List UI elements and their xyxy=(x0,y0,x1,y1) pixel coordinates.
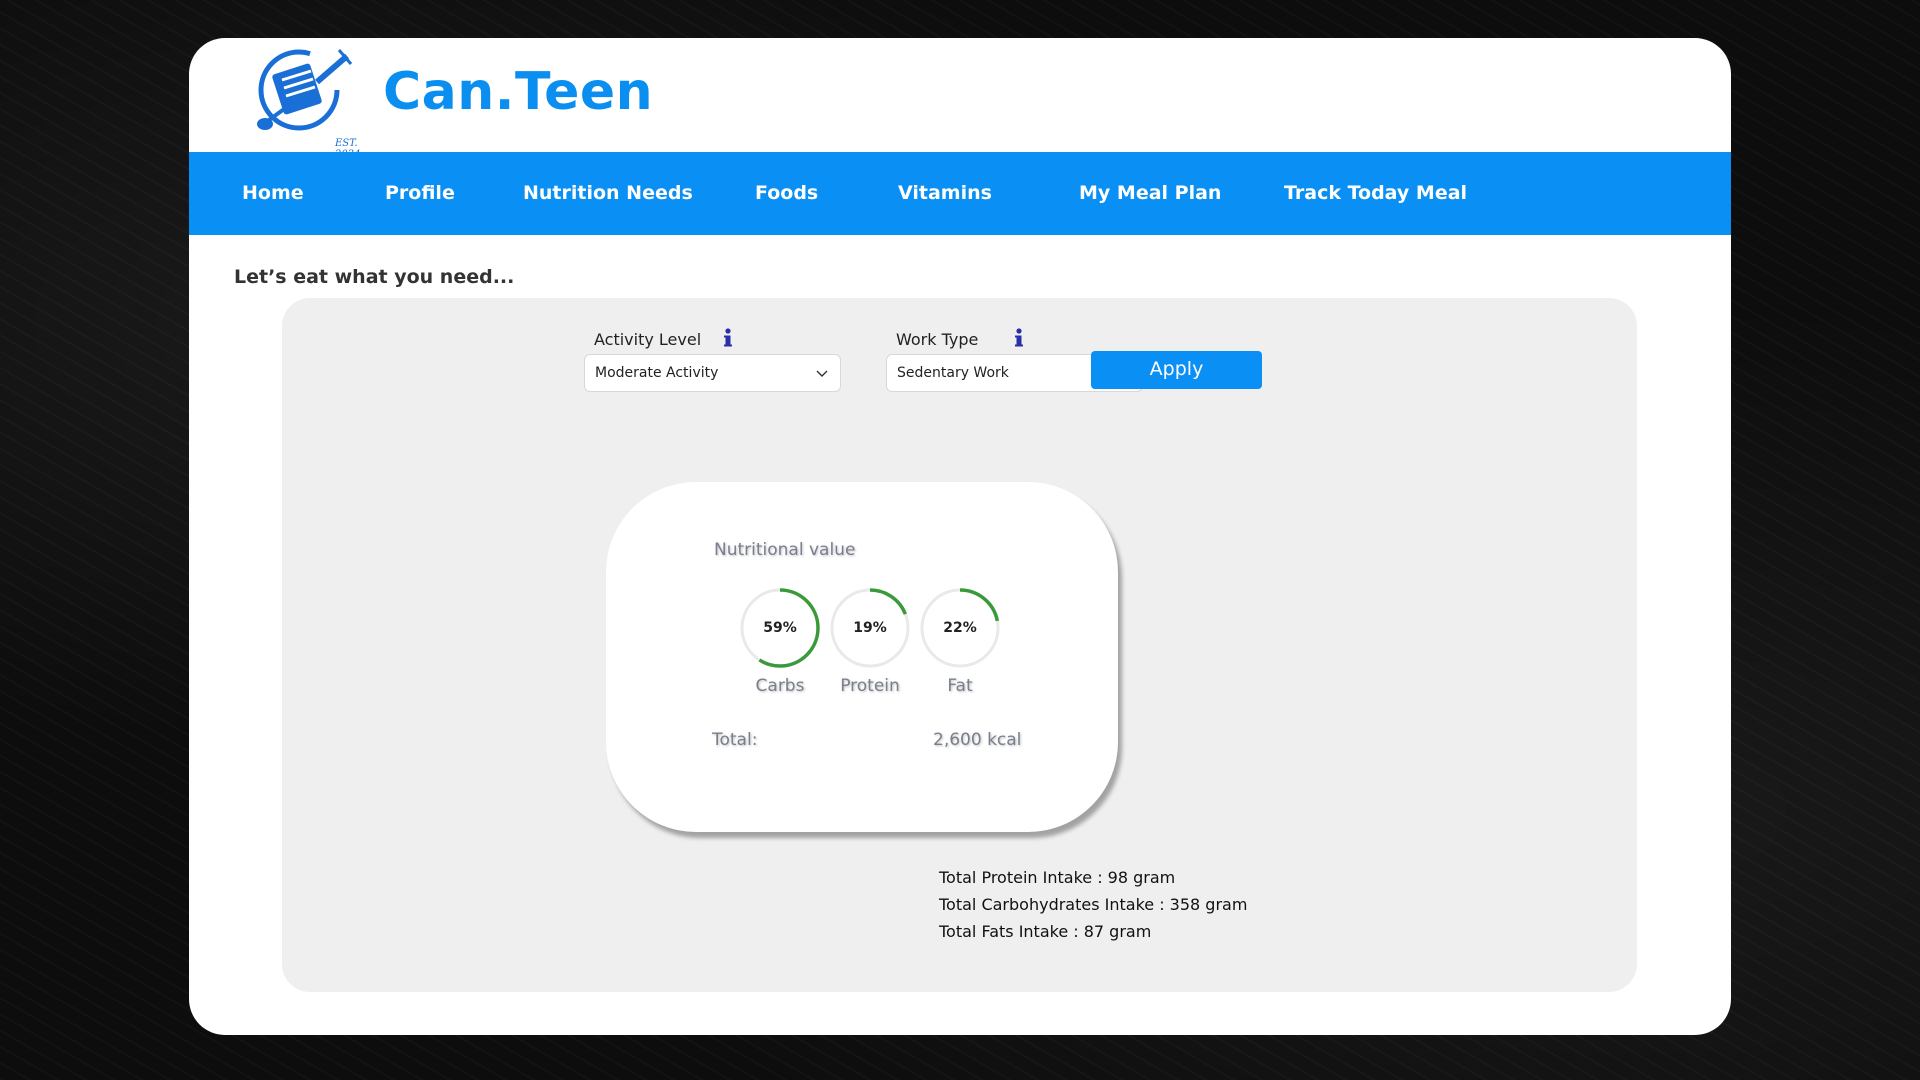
work-type-label: Work Type xyxy=(896,330,979,349)
total-label: Total: xyxy=(712,730,758,750)
nav-item-vitamins[interactable]: Vitamins xyxy=(898,152,992,235)
protein-percent: 19% xyxy=(853,620,887,636)
activity-level-label: Activity Level xyxy=(594,330,702,349)
activity-level-select[interactable]: Moderate Activity xyxy=(584,354,841,392)
carbs-ring: 59% xyxy=(738,586,822,670)
nav-item-home[interactable]: Home xyxy=(242,152,304,235)
nutrition-card-title: Nutritional value xyxy=(714,540,856,560)
fats-intake-text: Total Fats Intake : 87 gram xyxy=(939,922,1152,941)
nav-item-nutrition-needs[interactable]: Nutrition Needs xyxy=(523,152,693,235)
brand-title: Can.Teen xyxy=(383,62,654,122)
work-type-value: Sedentary Work xyxy=(897,365,1009,381)
fat-label: Fat xyxy=(947,676,973,696)
work-info-icon[interactable] xyxy=(1012,328,1026,348)
nav-item-my-meal-plan[interactable]: My Meal Plan xyxy=(1079,152,1221,235)
main-nav: Home Profile Nutrition Needs Foods Vitam… xyxy=(189,152,1731,235)
nav-item-track-today-meal[interactable]: Track Today Meal xyxy=(1284,152,1467,235)
carbs-percent: 59% xyxy=(763,620,797,636)
nav-item-profile[interactable]: Profile xyxy=(385,152,455,235)
nav-item-foods[interactable]: Foods xyxy=(755,152,818,235)
nutrition-card: Nutritional value 59% Carbs 19% Protein … xyxy=(606,482,1118,832)
activity-info-icon[interactable] xyxy=(721,328,735,348)
total-kcal-value: 2,600 kcal xyxy=(933,730,1022,750)
app-window: EST. 2024 Can.Teen Home Profile Nutritio… xyxy=(189,38,1731,1035)
protein-intake-text: Total Protein Intake : 98 gram xyxy=(939,868,1176,887)
carbs-intake-text: Total Carbohydrates Intake : 358 gram xyxy=(939,895,1248,914)
carbs-label: Carbs xyxy=(755,676,805,696)
canteen-logo-icon[interactable]: EST. 2024 xyxy=(247,42,360,160)
fat-ring: 22% xyxy=(918,586,1002,670)
fat-percent: 22% xyxy=(943,620,977,636)
apply-button[interactable]: Apply xyxy=(1091,351,1262,389)
page-tagline: Let’s eat what you need... xyxy=(234,266,515,288)
activity-level-value: Moderate Activity xyxy=(595,365,719,381)
protein-label: Protein xyxy=(840,676,900,696)
protein-ring: 19% xyxy=(828,586,912,670)
header: EST. 2024 Can.Teen xyxy=(189,38,1731,160)
chevron-down-icon xyxy=(816,370,828,377)
